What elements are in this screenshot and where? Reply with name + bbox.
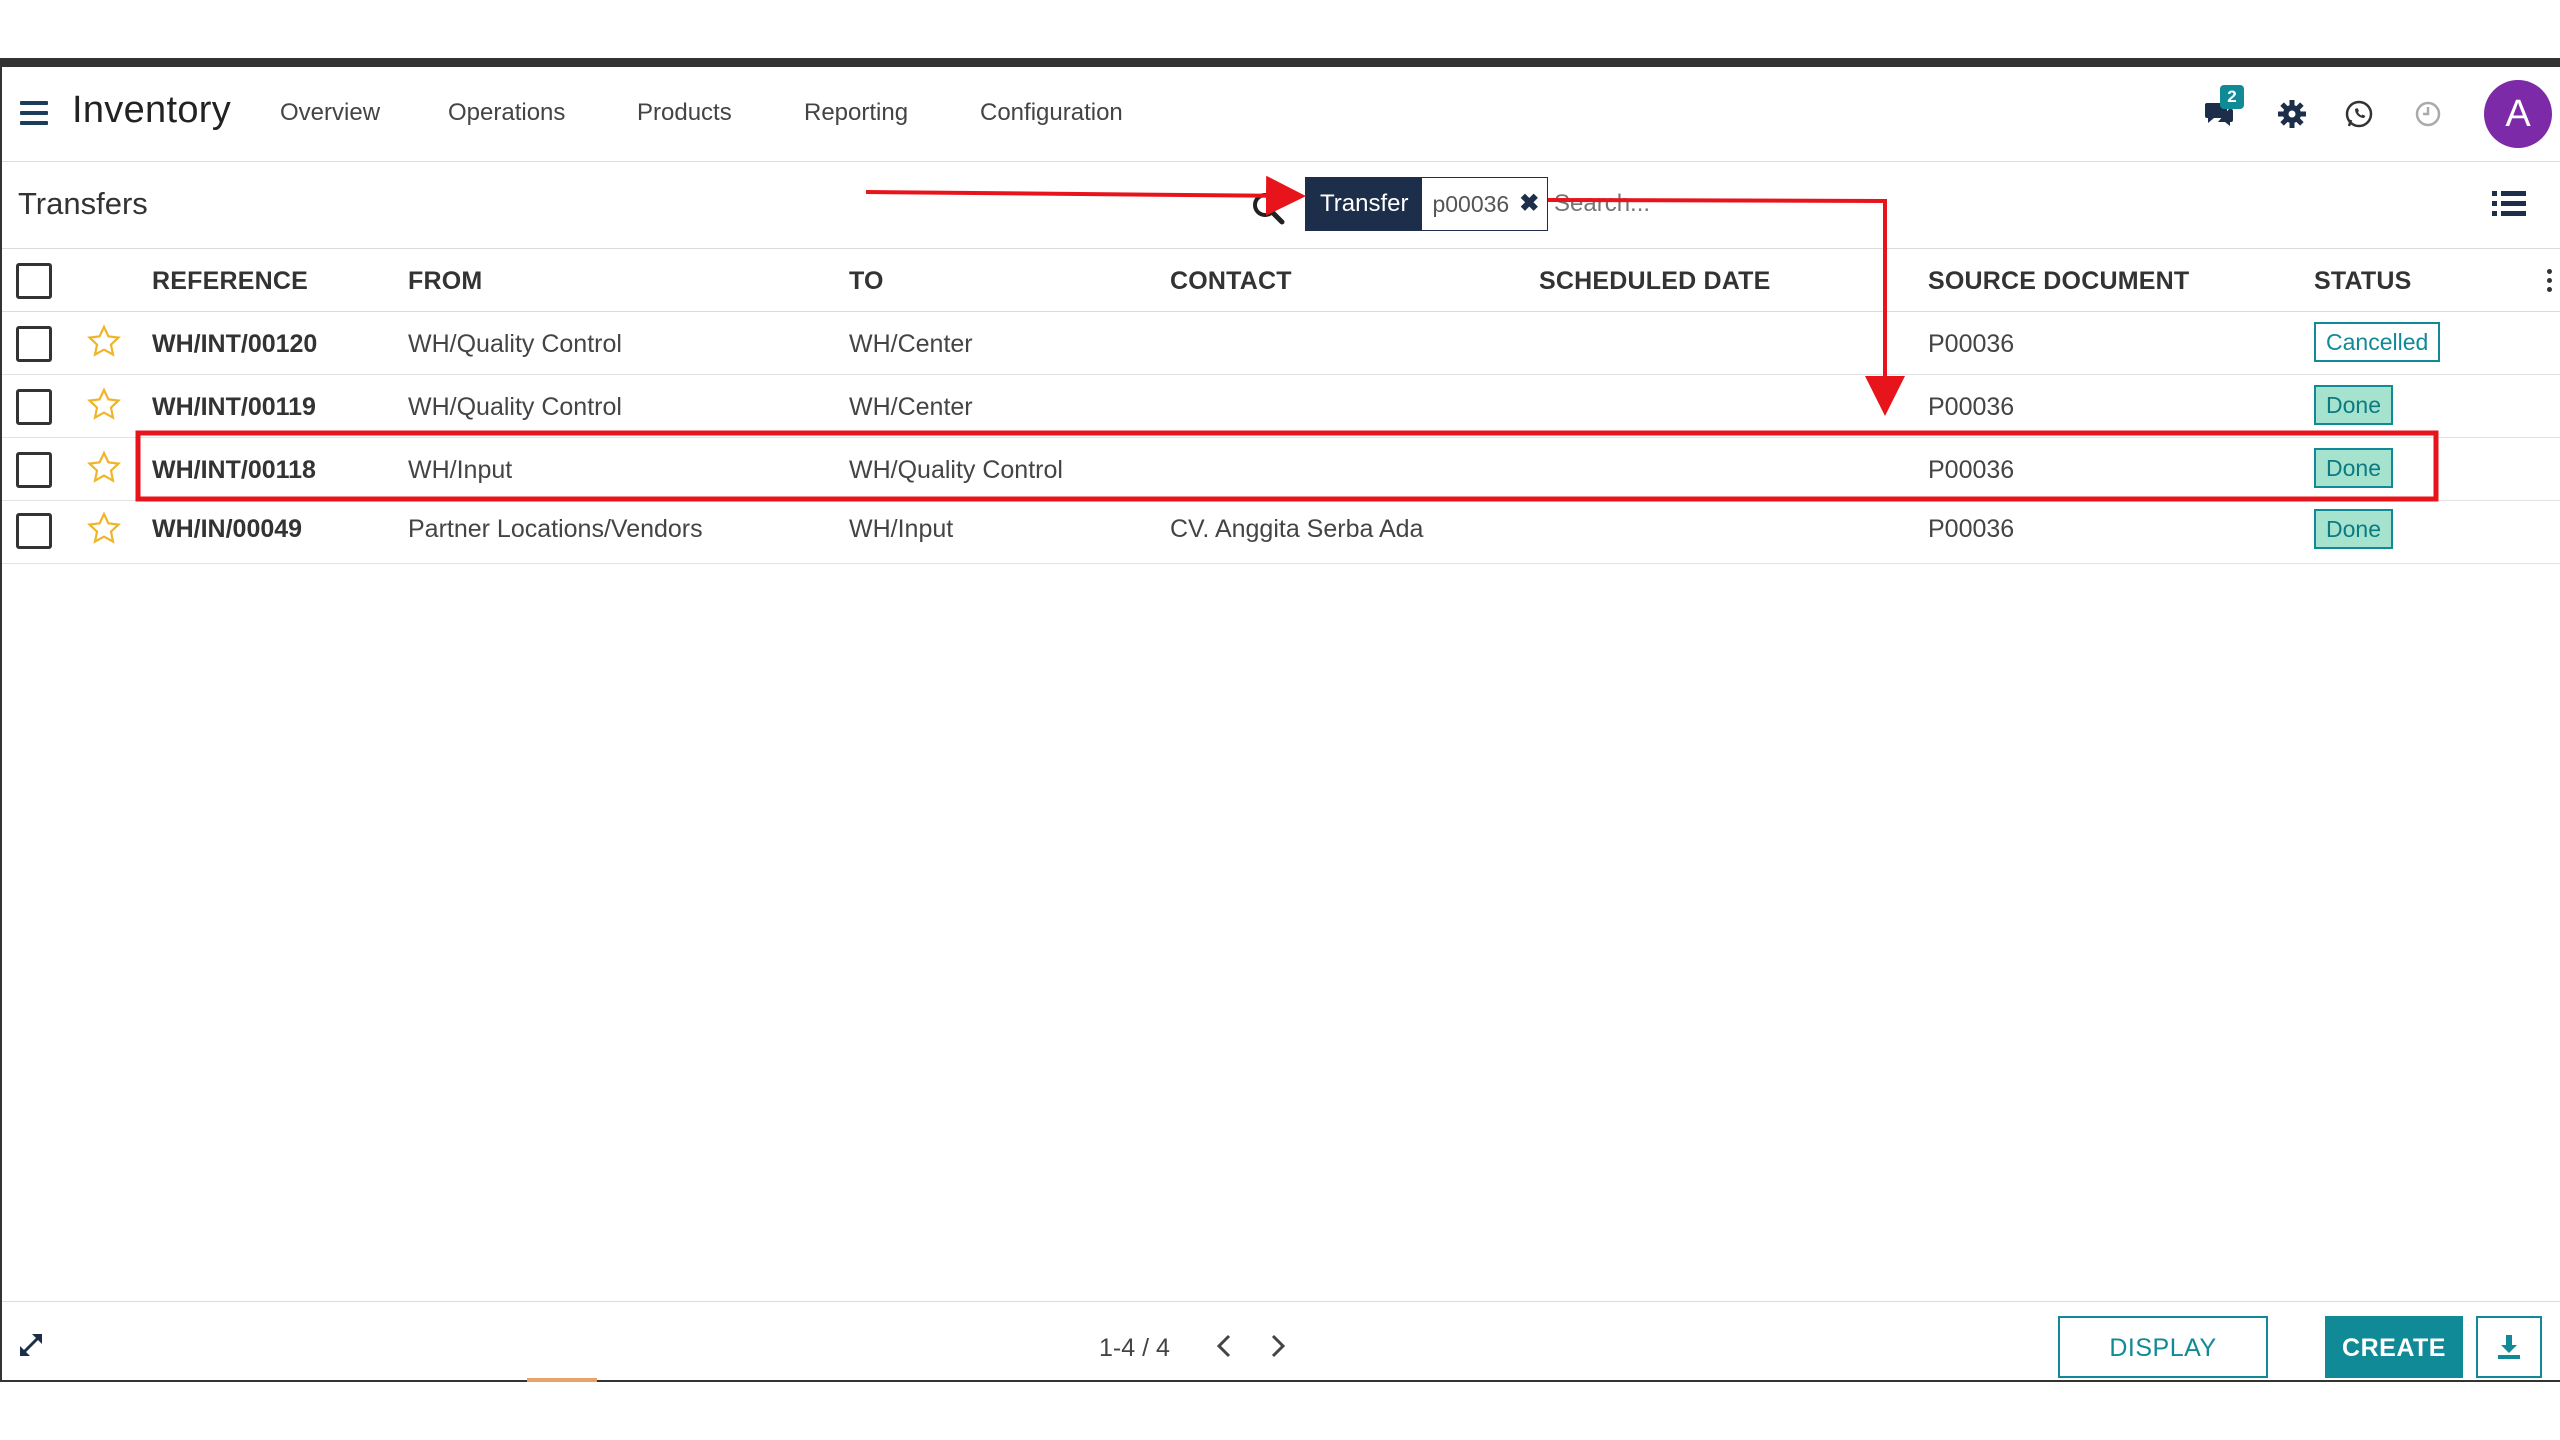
cell-reference: WH/INT/00120	[152, 330, 318, 358]
hamburger-menu-icon[interactable]	[20, 101, 48, 125]
gear-icon[interactable]	[2275, 97, 2309, 131]
whatsapp-icon[interactable]	[2342, 97, 2376, 131]
cell-contact: CV. Anggita Serba Ada	[1170, 515, 1424, 543]
optional-columns-icon[interactable]	[2547, 269, 2553, 296]
table-row[interactable]: WH/INT/00120 WH/Quality Control WH/Cente…	[2, 312, 2560, 375]
status-badge: Done	[2314, 385, 2393, 425]
download-icon	[2498, 1335, 2520, 1359]
table-row[interactable]: WH/INT/00118 WH/Input WH/Quality Control…	[2, 438, 2560, 501]
list-view-icon[interactable]	[2492, 188, 2528, 220]
download-button[interactable]	[2476, 1316, 2542, 1378]
menu-overview[interactable]: Overview	[280, 99, 380, 127]
cell-from: WH/Quality Control	[408, 330, 622, 358]
row-checkbox[interactable]	[16, 513, 52, 549]
facet-value-wrap: p00036 ✖	[1422, 178, 1548, 230]
menu-products[interactable]: Products	[637, 99, 732, 127]
select-all-checkbox[interactable]	[16, 263, 52, 299]
cell-from: Partner Locations/Vendors	[408, 515, 703, 543]
cell-to: WH/Center	[849, 393, 973, 421]
cell-from: WH/Input	[408, 456, 513, 484]
status-badge: Done	[2314, 509, 2393, 549]
chevron-right-icon[interactable]	[1262, 1330, 1292, 1362]
cell-reference: WH/INT/00119	[152, 393, 316, 421]
status-badge: Done	[2314, 448, 2393, 488]
annotation-orange-line	[527, 1378, 597, 1382]
cell-to: WH/Center	[849, 330, 973, 358]
cell-source-document: P00036	[1928, 393, 2015, 421]
status-badge: Cancelled	[2314, 322, 2441, 362]
menu-reporting[interactable]: Reporting	[804, 99, 908, 127]
cell-to: WH/Input	[849, 515, 954, 543]
chevron-left-icon[interactable]	[1210, 1330, 1240, 1362]
column-source-document[interactable]: SOURCE DOCUMENT	[1928, 267, 2189, 296]
menu-configuration[interactable]: Configuration	[980, 99, 1123, 127]
display-density-button[interactable]: DISPLAY DENSITY	[2058, 1316, 2268, 1378]
cell-to: WH/Quality Control	[849, 456, 1063, 484]
search-icon[interactable]	[1250, 190, 1286, 226]
clock-icon[interactable]	[2411, 97, 2445, 131]
close-icon[interactable]: ✖	[1519, 178, 1539, 230]
facet-label: Transfer	[1306, 178, 1423, 230]
column-contact[interactable]: CONTACT	[1170, 267, 1292, 296]
star-icon[interactable]	[86, 324, 122, 360]
control-panel: Transfers Transfer p00036 ✖	[2, 162, 2560, 249]
row-checkbox[interactable]	[16, 326, 52, 362]
star-icon[interactable]	[86, 387, 122, 423]
cell-reference: WH/IN/00049	[152, 515, 303, 543]
table-row[interactable]: WH/INT/00119 WH/Quality Control WH/Cente…	[2, 375, 2560, 438]
cell-source-document: P00036	[1928, 515, 2015, 543]
star-icon[interactable]	[86, 511, 122, 547]
cell-source-document: P00036	[1928, 456, 2015, 484]
search-facet[interactable]: Transfer p00036 ✖	[1305, 177, 1549, 231]
star-icon[interactable]	[86, 450, 122, 486]
row-checkbox[interactable]	[16, 389, 52, 425]
messages-icon[interactable]: 2	[2202, 85, 2244, 131]
breadcrumb: Transfers	[18, 186, 148, 221]
column-reference[interactable]: REFERENCE	[152, 267, 308, 296]
column-to[interactable]: TO	[849, 267, 884, 296]
messages-count-badge: 2	[2220, 85, 2244, 109]
search-input[interactable]	[1552, 180, 1876, 228]
table-row[interactable]: WH/IN/00049 Partner Locations/Vendors WH…	[2, 501, 2560, 564]
app-window: Inventory Overview Operations Products R…	[0, 58, 2560, 1382]
column-scheduled-date[interactable]: SCHEDULED DATE	[1539, 267, 1771, 296]
row-checkbox[interactable]	[16, 452, 52, 488]
cell-reference: WH/INT/00118	[152, 456, 316, 484]
footer-bar: 1-4 / 4 DISPLAY DENSITY CREATE	[2, 1301, 2560, 1380]
facet-value: p00036	[1432, 191, 1510, 217]
menu-operations[interactable]: Operations	[448, 99, 565, 127]
cell-source-document: P00036	[1928, 330, 2015, 358]
create-button[interactable]: CREATE	[2325, 1316, 2463, 1378]
top-navbar: Inventory Overview Operations Products R…	[2, 67, 2560, 162]
column-from[interactable]: FROM	[408, 267, 482, 296]
cell-from: WH/Quality Control	[408, 393, 622, 421]
table-header: REFERENCE FROM TO CONTACT SCHEDULED DATE…	[2, 249, 2560, 312]
column-status[interactable]: STATUS	[2314, 267, 2412, 296]
pager-value[interactable]: 1-4 / 4	[1099, 1334, 1170, 1363]
expand-icon[interactable]	[16, 1330, 46, 1360]
app-title: Inventory	[72, 89, 232, 131]
user-avatar[interactable]: A	[2484, 80, 2552, 148]
